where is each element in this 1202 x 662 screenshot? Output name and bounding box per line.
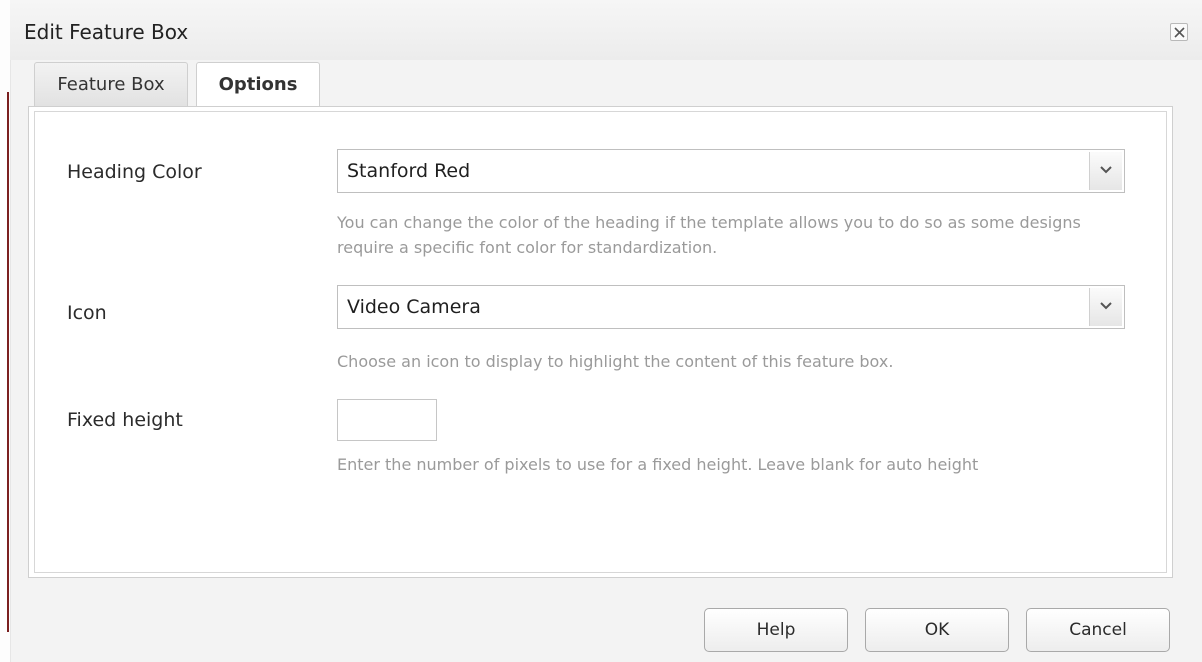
- icon-label: Icon: [67, 302, 107, 324]
- edit-feature-box-dialog: Edit Feature Box Feature Box Options Hea…: [0, 0, 1202, 662]
- fixed-height-hint: Enter the number of pixels to use for a …: [337, 455, 979, 474]
- icon-select[interactable]: Video Camera: [337, 285, 1125, 329]
- dialog-title: Edit Feature Box: [24, 20, 189, 44]
- cancel-button[interactable]: Cancel: [1026, 608, 1170, 652]
- icon-hint: Choose an icon to display to highlight t…: [337, 352, 894, 371]
- ok-button[interactable]: OK: [865, 608, 1009, 652]
- background-accent-line: [7, 92, 9, 632]
- close-button[interactable]: [1170, 23, 1188, 41]
- help-button[interactable]: Help: [704, 608, 848, 652]
- window-left-edge: [0, 0, 11, 662]
- heading-color-label: Heading Color: [67, 161, 202, 183]
- options-panel: Heading Color Stanford Red You can chang…: [28, 106, 1173, 578]
- options-panel-inner: Heading Color Stanford Red You can chang…: [34, 111, 1167, 573]
- heading-color-value: Stanford Red: [347, 160, 471, 182]
- tab-options[interactable]: Options: [196, 62, 320, 107]
- icon-dropdown-button[interactable]: [1089, 288, 1122, 326]
- heading-color-select[interactable]: Stanford Red: [337, 149, 1125, 193]
- heading-color-hint: You can change the color of the heading …: [337, 213, 1081, 257]
- icon-value: Video Camera: [347, 296, 481, 318]
- heading-color-dropdown-button[interactable]: [1089, 152, 1122, 190]
- fixed-height-label: Fixed height: [67, 409, 183, 431]
- fixed-height-input[interactable]: [337, 399, 437, 441]
- chevron-down-icon: [1100, 302, 1112, 310]
- dialog-titlebar: Edit Feature Box: [10, 0, 1202, 60]
- chevron-down-icon: [1100, 166, 1112, 174]
- close-x-icon: [1174, 27, 1185, 38]
- tab-feature-box[interactable]: Feature Box: [34, 62, 188, 106]
